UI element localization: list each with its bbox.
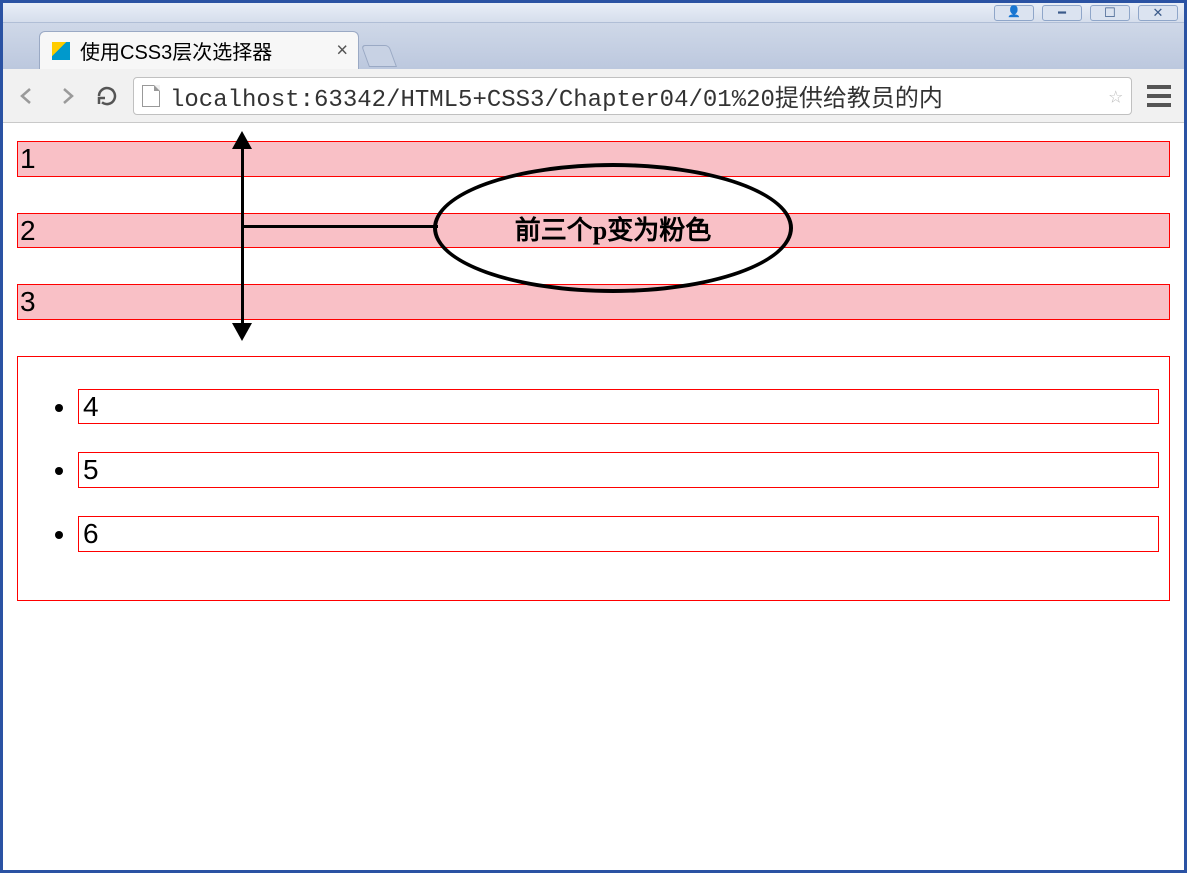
list-item: 6 [78,516,1159,552]
page-icon [142,85,160,107]
favicon-icon [52,42,70,60]
forward-button[interactable] [53,82,81,110]
back-button[interactable] [13,82,41,110]
paragraph-4: 4 [78,389,1159,425]
tab-strip: 使用CSS3层次选择器 × [3,23,1184,69]
browser-toolbar: localhost:63342/HTML5+CSS3/Chapter04/01%… [3,69,1184,123]
list-item: 5 [78,452,1159,488]
close-window-button[interactable]: ✕ [1138,5,1178,21]
paragraph-6: 6 [78,516,1159,552]
tab-title: 使用CSS3层次选择器 [80,36,272,65]
list-container: 4 5 6 [17,356,1170,601]
paragraph-2: 2 [17,213,1170,249]
window-titlebar: ━ ☐ ✕ [3,3,1184,23]
new-tab-button[interactable] [361,45,397,67]
url-text: localhost:63342/HTML5+CSS3/Chapter04/01%… [170,78,943,114]
tab-close-button[interactable]: × [336,39,348,62]
bookmark-star-icon[interactable]: ☆ [1109,81,1123,111]
paragraph-3: 3 [17,284,1170,320]
paragraph-5: 5 [78,452,1159,488]
menu-button[interactable] [1144,81,1174,111]
address-bar[interactable]: localhost:63342/HTML5+CSS3/Chapter04/01%… [133,77,1132,115]
browser-tab[interactable]: 使用CSS3层次选择器 × [39,31,359,69]
paragraph-1: 1 [17,141,1170,177]
annotation-arrow-down-icon [232,323,252,341]
list-item: 4 [78,389,1159,425]
page-viewport: 1 2 3 4 5 6 前三个p变为粉色 [3,123,1184,870]
maximize-button[interactable]: ☐ [1090,5,1130,21]
minimize-button[interactable]: ━ [1042,5,1082,21]
browser-window: ━ ☐ ✕ 使用CSS3层次选择器 × localhost:63342/HTML… [0,0,1187,873]
reload-button[interactable] [93,82,121,110]
user-button[interactable] [994,5,1034,21]
